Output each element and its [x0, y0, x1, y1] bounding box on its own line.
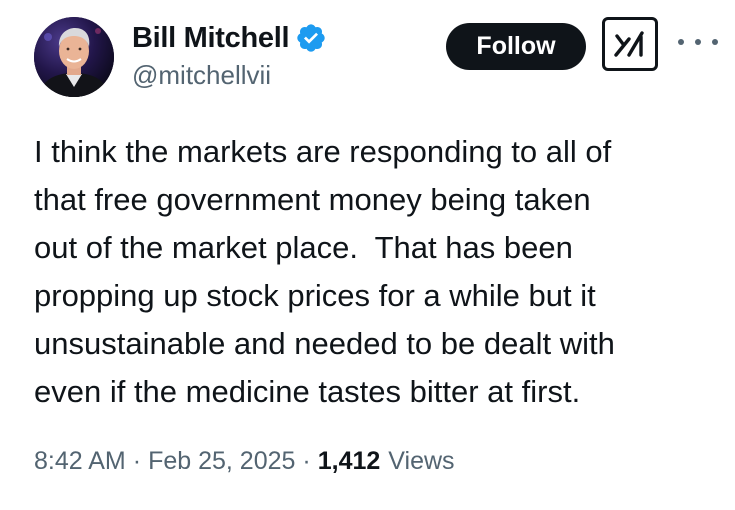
meta-separator: · — [132, 447, 142, 475]
more-dot — [712, 39, 718, 45]
author-display-name[interactable]: Bill Mitchell — [132, 22, 290, 55]
follow-button[interactable]: Follow — [446, 23, 586, 70]
avatar[interactable] — [34, 17, 114, 97]
author-handle[interactable]: @mitchellvii — [132, 60, 271, 91]
more-dot — [678, 39, 684, 45]
tweet-meta: 8:42 AM · Feb 25, 2025 · 1,412 Views — [34, 447, 455, 476]
views-count[interactable]: 1,412 — [318, 447, 381, 476]
grok-button[interactable] — [602, 17, 658, 71]
more-options-icon[interactable] — [678, 32, 718, 52]
meta-separator: · — [302, 447, 311, 475]
tweet-time[interactable]: 8:42 AM — [34, 447, 126, 476]
verified-badge-icon[interactable] — [295, 22, 327, 54]
grok-icon — [614, 31, 644, 57]
tweet-date[interactable]: Feb 25, 2025 — [148, 447, 295, 476]
author-name-row: Bill Mitchell — [132, 20, 327, 56]
views-label[interactable]: Views — [388, 447, 454, 476]
tweet-text: I think the markets are responding to al… — [34, 134, 615, 409]
more-dot — [695, 39, 701, 45]
tweet: Bill Mitchell @mitchellvii Follow I thin… — [0, 0, 735, 510]
avatar-photo — [34, 17, 114, 97]
